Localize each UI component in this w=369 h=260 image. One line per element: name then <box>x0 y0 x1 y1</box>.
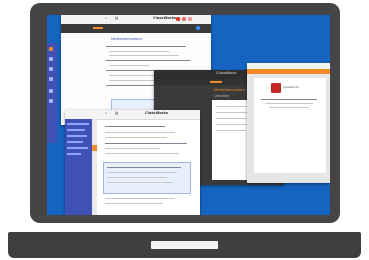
window-back-close-icon[interactable] <box>176 17 180 21</box>
window-front-note-line <box>107 177 167 179</box>
window-front-line <box>105 143 187 145</box>
desktop-taskbar <box>47 43 57 143</box>
window-front-line <box>105 198 175 200</box>
window-back-heading: Medienkompetenz <box>111 37 143 41</box>
window-front-note-line <box>107 167 181 169</box>
window-back-line <box>109 51 169 53</box>
window-back-toolbar <box>61 24 211 33</box>
window-front-line <box>105 203 163 205</box>
window-right[interactable]: ClassWorks <box>247 63 330 183</box>
window-back-page-icon[interactable]: ▤ <box>115 16 118 20</box>
window-right-title: ClassWorks <box>283 85 299 89</box>
search-icon[interactable] <box>49 57 53 61</box>
window-front-rail <box>92 119 97 215</box>
window-back-line <box>109 80 159 82</box>
window-middle-title: ClassWorks <box>216 71 237 75</box>
window-back-min-icon[interactable] <box>188 17 192 21</box>
mail-icon[interactable] <box>49 89 53 93</box>
window-back-zoom-icon[interactable]: ⌕ <box>105 16 107 20</box>
window-right-page <box>254 78 326 173</box>
laptop-trackpad-notch <box>151 241 218 249</box>
window-back-tab-indicator[interactable] <box>93 27 103 29</box>
sidebar-item-5[interactable] <box>67 147 88 149</box>
window-right-line <box>269 107 309 109</box>
window-front-line <box>105 132 175 134</box>
window-back-line <box>109 55 179 57</box>
app-icon[interactable] <box>49 47 53 51</box>
sidebar-item-3[interactable] <box>67 135 87 137</box>
window-middle-line <box>216 130 246 132</box>
window-front-page-icon[interactable]: ▤ <box>115 111 118 115</box>
settings-icon[interactable] <box>49 77 53 81</box>
window-front-line <box>105 148 160 150</box>
window-back-title: ClassWorks <box>153 16 177 20</box>
window-back-line <box>106 60 190 62</box>
sidebar-item-6[interactable] <box>67 153 81 155</box>
window-front-line <box>105 153 179 155</box>
rail-active-icon[interactable] <box>92 145 97 151</box>
window-middle-sub: Lernziele <box>214 94 230 98</box>
sidebar-item-1[interactable] <box>67 123 89 125</box>
shield-icon[interactable] <box>49 99 53 103</box>
window-middle-heading: Medienkompetenz <box>214 88 246 92</box>
logo-icon <box>271 83 281 93</box>
sidebar-item-4[interactable] <box>67 141 83 143</box>
laptop-screen: ⌕ ▤ ClassWorks Medienkompetenz ClassWork… <box>47 15 330 215</box>
window-back-action-icon[interactable] <box>196 26 200 30</box>
window-middle-tab-indicator[interactable] <box>210 81 222 83</box>
window-front-zoom-icon[interactable]: ⌕ <box>105 111 107 115</box>
window-back-line <box>109 65 149 67</box>
window-front-title: ClassWorks <box>145 111 169 115</box>
folder-icon[interactable] <box>49 67 53 71</box>
sidebar-item-2[interactable] <box>67 129 85 131</box>
window-front-line <box>105 126 165 128</box>
window-front-sidebar <box>65 119 92 215</box>
window-front-note-line <box>107 172 177 174</box>
window-back-max-icon[interactable] <box>182 17 186 21</box>
window-right-line <box>261 99 317 101</box>
window-front[interactable]: ⌕ ▤ ClassWorks <box>65 110 200 215</box>
window-back-line <box>106 46 186 48</box>
window-front-line <box>105 137 167 139</box>
window-right-line <box>265 103 313 105</box>
window-front-note-line <box>107 182 173 184</box>
